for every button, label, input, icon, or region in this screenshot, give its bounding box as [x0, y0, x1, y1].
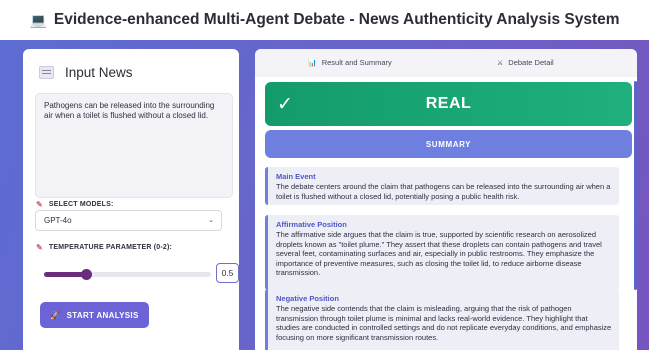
start-analysis-label: START ANALYSIS: [66, 310, 139, 320]
section-heading: Main Event: [276, 172, 316, 181]
app-header: 💻 Evidence-enhanced Multi-Agent Debate -…: [0, 0, 649, 40]
temperature-slider-fill: [44, 272, 86, 277]
start-analysis-button[interactable]: 🚀 START ANALYSIS: [40, 302, 149, 328]
news-input[interactable]: Pathogens can be released into the surro…: [35, 93, 233, 198]
newspaper-icon: [39, 66, 54, 79]
scrollbar[interactable]: [634, 81, 637, 290]
swords-icon: ⚔: [497, 59, 504, 67]
results-panel: 📊 Result and Summary ⚔ Debate Detail ✓ R…: [255, 49, 637, 350]
select-models-label: ✎ SELECT MODELS:: [36, 200, 114, 209]
input-news-label: Input News: [65, 65, 133, 80]
input-panel-title: Input News: [39, 65, 133, 80]
pencil-icon: ✎: [36, 200, 43, 209]
section-body: The negative side contends that the clai…: [276, 304, 612, 342]
section-body: The debate centers around the claim that…: [276, 182, 611, 201]
tab-bar: 📊 Result and Summary ⚔ Debate Detail: [255, 49, 637, 77]
main-event-section: Main Event The debate centers around the…: [265, 167, 619, 205]
model-selected-value: GPT-4o: [44, 216, 72, 225]
verdict-text: REAL: [425, 95, 472, 112]
negative-position-section: Negative Position The negative side cont…: [265, 289, 619, 350]
section-body: The affirmative side argues that the cla…: [276, 230, 602, 278]
input-panel: Input News Pathogens can be released int…: [23, 49, 239, 350]
chevron-down-icon: ⌄: [208, 217, 214, 224]
model-select[interactable]: GPT-4o ⌄: [35, 210, 222, 231]
app-title: Evidence-enhanced Multi-Agent Debate - N…: [53, 11, 620, 28]
temperature-label-text: TEMPERATURE PARAMETER (0-2):: [48, 244, 173, 251]
rocket-icon: 🚀: [50, 310, 61, 320]
check-icon: ✓: [277, 94, 293, 115]
section-heading: Affirmative Position: [276, 220, 347, 229]
tab-debate-detail-label: Debate Detail: [508, 58, 554, 67]
select-models-text: SELECT MODELS:: [48, 201, 114, 208]
summary-header: SUMMARY: [265, 130, 632, 158]
chart-icon: 📊: [308, 59, 317, 67]
verdict-card: ✓ REAL: [265, 82, 632, 126]
computer-icon: 💻: [29, 11, 47, 28]
tab-result-and-summary-label: Result and Summary: [321, 58, 392, 67]
tab-debate-detail[interactable]: ⚔ Debate Detail: [497, 58, 554, 67]
temperature-label: ✎ TEMPERATURE PARAMETER (0-2):: [36, 243, 172, 252]
tab-result-and-summary[interactable]: 📊 Result and Summary: [308, 58, 392, 67]
temperature-slider[interactable]: [44, 269, 211, 280]
affirmative-position-section: Affirmative Position The affirmative sid…: [265, 215, 619, 290]
section-heading: Negative Position: [276, 294, 339, 303]
temperature-value-input[interactable]: 0.5: [216, 263, 239, 283]
pencil-icon: ✎: [36, 243, 43, 252]
temperature-slider-thumb[interactable]: [80, 269, 92, 280]
